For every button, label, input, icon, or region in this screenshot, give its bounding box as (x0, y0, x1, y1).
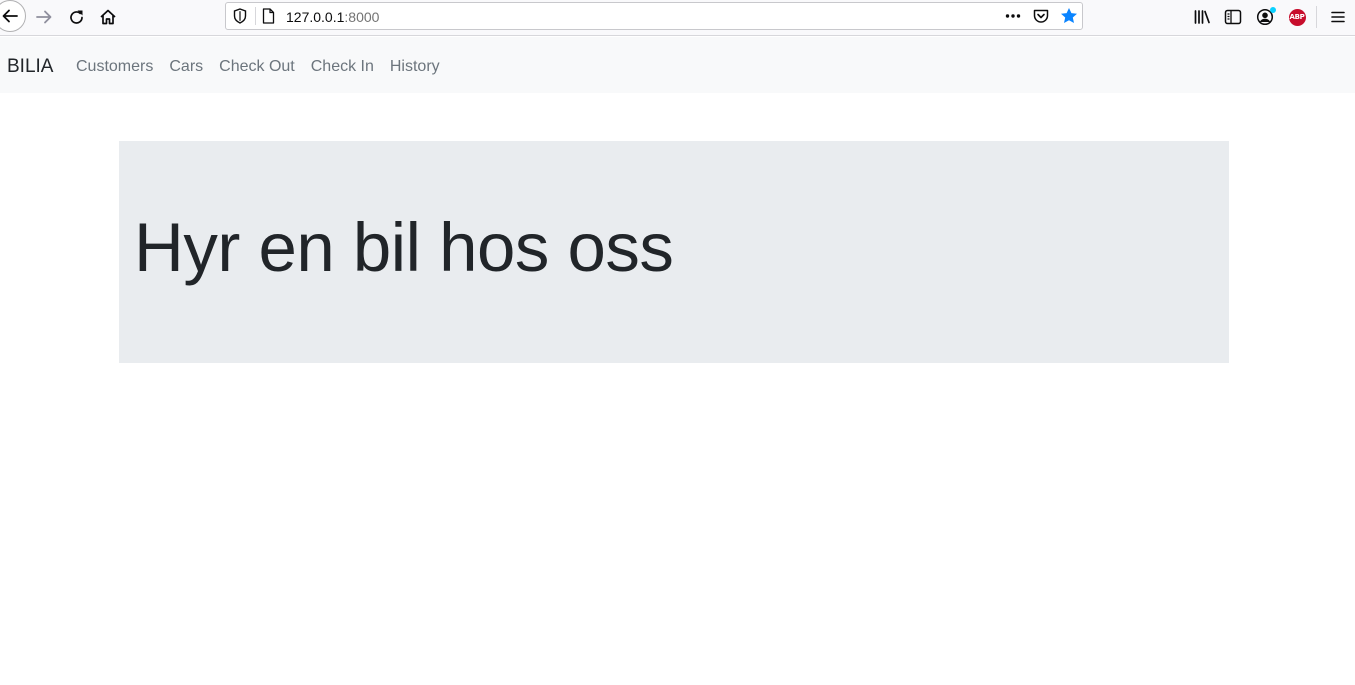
browser-toolbar: 127.0.0.1:8000 ABP (0, 0, 1355, 36)
hero-jumbotron: Hyr en bil hos oss (119, 141, 1229, 363)
nav-link-cars[interactable]: Cars (169, 58, 203, 76)
forward-arrow-icon (36, 10, 52, 24)
sidebar-button[interactable] (1218, 2, 1248, 32)
adblock-button[interactable]: ABP (1282, 2, 1312, 32)
url-host: 127.0.0.1 (286, 9, 345, 25)
back-arrow-icon (2, 9, 18, 23)
account-button[interactable] (1250, 2, 1280, 32)
account-notification-dot (1270, 7, 1276, 13)
back-button[interactable] (0, 0, 26, 32)
hamburger-menu-icon (1331, 11, 1345, 23)
menu-button[interactable] (1323, 2, 1353, 32)
library-icon (1194, 10, 1210, 24)
more-actions-icon[interactable] (1004, 7, 1022, 30)
pocket-icon[interactable] (1032, 7, 1050, 30)
library-button[interactable] (1187, 2, 1217, 32)
hero-heading: Hyr en bil hos oss (134, 209, 674, 286)
reload-icon (69, 10, 83, 24)
nav-link-check-in[interactable]: Check In (311, 58, 374, 76)
home-button[interactable] (93, 2, 123, 32)
url-port: :8000 (344, 9, 380, 25)
forward-button[interactable] (29, 2, 59, 32)
adblock-icon: ABP (1288, 8, 1306, 26)
tracking-shield-icon[interactable] (233, 8, 247, 29)
nav-links: Customers Cars Check Out Check In Histor… (76, 58, 456, 76)
url-bar[interactable]: 127.0.0.1:8000 (225, 2, 1083, 30)
nav-link-customers[interactable]: Customers (76, 58, 153, 76)
bookmark-star-icon[interactable] (1060, 7, 1078, 30)
reload-button[interactable] (61, 2, 91, 32)
nav-link-history[interactable]: History (390, 58, 440, 76)
toolbar-separator (1316, 6, 1317, 28)
page-icon[interactable] (262, 8, 275, 29)
navbar-brand[interactable]: BILIA (7, 56, 53, 78)
home-icon (100, 9, 116, 25)
sidebar-icon (1224, 9, 1242, 25)
nav-link-check-out[interactable]: Check Out (219, 58, 295, 76)
url-text[interactable]: 127.0.0.1:8000 (286, 9, 379, 25)
url-separator (255, 7, 256, 25)
site-navbar: BILIA Customers Cars Check Out Check In … (0, 37, 1355, 93)
